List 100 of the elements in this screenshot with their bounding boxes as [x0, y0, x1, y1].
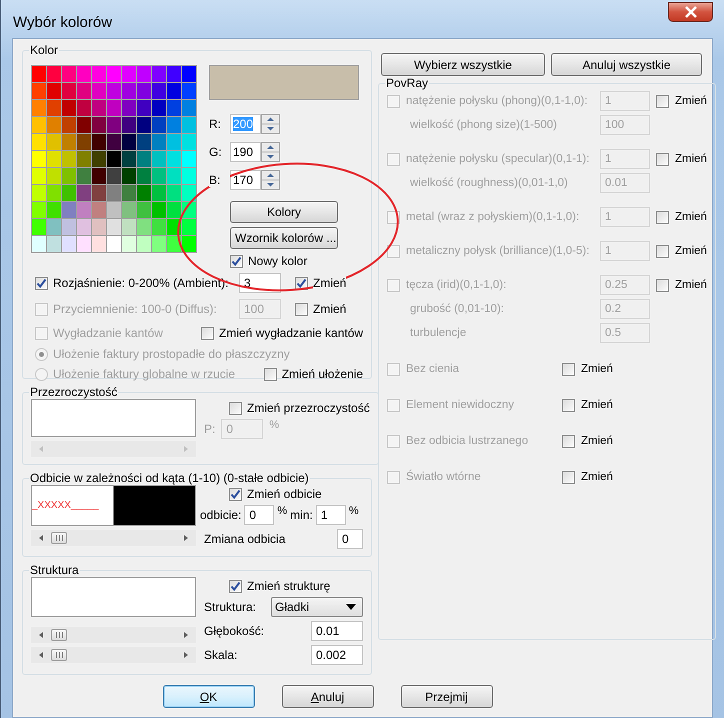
- color-swatch[interactable]: [32, 151, 46, 167]
- color-swatch[interactable]: [137, 185, 151, 201]
- color-swatch[interactable]: [167, 66, 181, 82]
- color-swatch[interactable]: [47, 100, 61, 116]
- color-swatch[interactable]: [167, 134, 181, 150]
- color-swatch[interactable]: [107, 236, 121, 252]
- color-swatch[interactable]: [122, 185, 136, 201]
- color-swatch[interactable]: [182, 168, 196, 184]
- structure-dropdown[interactable]: Gładki: [271, 597, 363, 617]
- color-swatch[interactable]: [152, 134, 166, 150]
- dialog-button[interactable]: Kolory: [230, 201, 338, 223]
- color-swatch[interactable]: [182, 100, 196, 116]
- color-swatch[interactable]: [32, 168, 46, 184]
- color-swatch[interactable]: [167, 100, 181, 116]
- right-arrow-icon[interactable]: [182, 631, 190, 639]
- left-arrow-icon[interactable]: [37, 631, 45, 639]
- color-swatch[interactable]: [77, 66, 91, 82]
- color-swatch[interactable]: [62, 134, 76, 150]
- color-swatch[interactable]: [137, 100, 151, 116]
- dialog-button[interactable]: Wzornik kolorów ...: [230, 227, 338, 249]
- color-swatch[interactable]: [62, 151, 76, 167]
- color-swatch[interactable]: [122, 134, 136, 150]
- color-swatch[interactable]: [47, 134, 61, 150]
- color-swatch[interactable]: [92, 100, 106, 116]
- input-field[interactable]: 170: [230, 170, 261, 190]
- color-swatch[interactable]: [47, 83, 61, 99]
- color-swatch[interactable]: [152, 117, 166, 133]
- color-swatch[interactable]: [92, 117, 106, 133]
- color-swatch[interactable]: [47, 168, 61, 184]
- scrollbar[interactable]: [31, 530, 196, 546]
- color-swatch[interactable]: [167, 236, 181, 252]
- color-swatch[interactable]: [122, 202, 136, 218]
- spin-button[interactable]: [261, 142, 280, 162]
- color-swatch[interactable]: [107, 66, 121, 82]
- color-swatch[interactable]: [107, 185, 121, 201]
- checkbox[interactable]: [229, 488, 242, 500]
- color-swatch[interactable]: [32, 100, 46, 116]
- color-swatch[interactable]: [62, 219, 76, 235]
- color-swatch[interactable]: [137, 117, 151, 133]
- color-swatch[interactable]: [137, 236, 151, 252]
- color-swatch[interactable]: [77, 219, 91, 235]
- color-swatch[interactable]: [62, 117, 76, 133]
- color-swatch[interactable]: [122, 100, 136, 116]
- dialog-button[interactable]: Przejmij: [400, 685, 492, 708]
- color-swatch[interactable]: [137, 134, 151, 150]
- color-swatch[interactable]: [77, 117, 91, 133]
- dialog-button[interactable]: Anuluj: [282, 685, 374, 708]
- dialog-button[interactable]: Anuluj wszystkie: [551, 53, 702, 76]
- color-swatch[interactable]: [152, 66, 166, 82]
- input-field[interactable]: 190: [230, 142, 261, 162]
- color-swatch[interactable]: [107, 100, 121, 116]
- input-field[interactable]: 0: [337, 529, 363, 549]
- color-swatch[interactable]: [107, 202, 121, 218]
- color-swatch[interactable]: [137, 66, 151, 82]
- dialog-button[interactable]: Wybierz wszystkie: [381, 53, 545, 76]
- scrollbar[interactable]: [31, 647, 196, 663]
- color-swatch[interactable]: [47, 66, 61, 82]
- color-swatch[interactable]: [107, 134, 121, 150]
- color-swatch[interactable]: [152, 219, 166, 235]
- color-swatch[interactable]: [32, 83, 46, 99]
- color-swatch[interactable]: [137, 219, 151, 235]
- color-swatch[interactable]: [137, 202, 151, 218]
- checkbox[interactable]: [35, 276, 48, 290]
- color-swatch[interactable]: [107, 83, 121, 99]
- color-swatch[interactable]: [152, 83, 166, 99]
- color-swatch[interactable]: [47, 219, 61, 235]
- input-field[interactable]: 0.002: [311, 645, 363, 665]
- left-arrow-icon[interactable]: [37, 534, 45, 542]
- color-swatch[interactable]: [92, 236, 106, 252]
- color-swatch[interactable]: [182, 219, 196, 235]
- color-swatch[interactable]: [137, 83, 151, 99]
- color-swatch[interactable]: [167, 168, 181, 184]
- color-swatch[interactable]: [92, 185, 106, 201]
- color-swatch[interactable]: [167, 83, 181, 99]
- close-button[interactable]: [668, 2, 713, 22]
- color-swatch[interactable]: [182, 185, 196, 201]
- left-arrow-icon[interactable]: [37, 651, 45, 659]
- color-swatch[interactable]: [92, 202, 106, 218]
- color-swatch[interactable]: [92, 168, 106, 184]
- color-palette[interactable]: [31, 65, 197, 253]
- color-swatch[interactable]: [122, 66, 136, 82]
- color-swatch[interactable]: [77, 134, 91, 150]
- color-swatch[interactable]: [137, 151, 151, 167]
- color-swatch[interactable]: [167, 151, 181, 167]
- color-swatch[interactable]: [122, 117, 136, 133]
- color-swatch[interactable]: [122, 83, 136, 99]
- color-swatch[interactable]: [92, 134, 106, 150]
- color-swatch[interactable]: [32, 219, 46, 235]
- color-swatch[interactable]: [77, 202, 91, 218]
- checkbox[interactable]: [229, 402, 242, 414]
- color-swatch[interactable]: [137, 168, 151, 184]
- color-swatch[interactable]: [62, 100, 76, 116]
- color-swatch[interactable]: [167, 117, 181, 133]
- color-swatch[interactable]: [32, 202, 46, 218]
- color-swatch[interactable]: [77, 185, 91, 201]
- color-swatch[interactable]: [62, 185, 76, 201]
- color-swatch[interactable]: [152, 236, 166, 252]
- color-swatch[interactable]: [77, 236, 91, 252]
- color-swatch[interactable]: [62, 236, 76, 252]
- color-swatch[interactable]: [77, 83, 91, 99]
